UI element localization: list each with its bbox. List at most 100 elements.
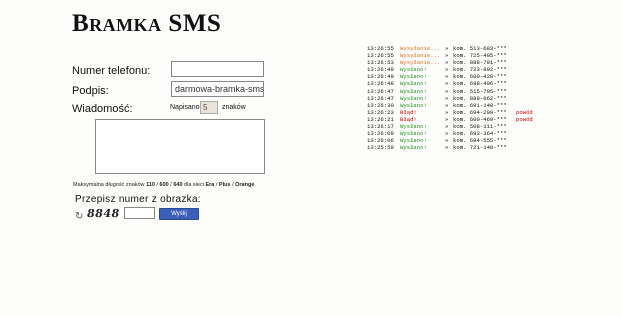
- captcha-input[interactable]: [124, 207, 155, 219]
- log-time: 13:26:17: [367, 123, 394, 131]
- signature-input[interactable]: darmowa-bramka-sms: [171, 81, 264, 97]
- log-arrow-icon: »: [445, 94, 449, 102]
- log-status: Wysłano!: [400, 123, 427, 131]
- log-row: 13:26:49 Wysłano! » kom. 600-428-***: [367, 73, 533, 80]
- log-status: Wysłano!: [400, 87, 427, 95]
- refresh-icon[interactable]: ↻: [75, 211, 83, 222]
- log-row: 13:26:23 Błąd! » kom. 694-209-*** powód: [367, 109, 533, 116]
- log-arrow-icon: »: [445, 87, 449, 95]
- log-arrow-icon: »: [445, 137, 449, 145]
- log-status: Wysłano!: [400, 94, 427, 102]
- log-arrow-icon: »: [445, 108, 449, 116]
- log-number: kom. 515-795-***: [453, 87, 507, 95]
- log-reason[interactable]: powód: [516, 116, 533, 123]
- log-status: Wysyłanie...: [400, 59, 441, 67]
- log-status: Błąd!: [400, 115, 417, 123]
- log-row: 13:26:06 Wysłano! » kom. 694-555-***: [367, 137, 533, 144]
- log-number: kom. 721-148-***: [453, 144, 507, 152]
- captcha-label: Przepisz numer z obrazka:: [75, 194, 201, 205]
- log-arrow-icon: »: [445, 130, 449, 138]
- log-arrow-icon: »: [445, 144, 449, 152]
- page-title: Bramka SMS: [72, 10, 222, 37]
- log-arrow-icon: »: [445, 115, 449, 123]
- signature-label: Podpis:: [72, 85, 109, 97]
- phone-input[interactable]: [171, 61, 264, 77]
- log-number: kom. 600-469-***: [453, 115, 507, 123]
- maxlen-mid: dla sieci: [182, 182, 206, 188]
- captcha-image: 8848: [85, 207, 121, 220]
- log-status: Błąd!: [400, 108, 417, 116]
- log-time: 13:26:55: [367, 45, 394, 52]
- log-status: Wysłano!: [400, 80, 427, 88]
- log-row: 13:26:55 Wysyłanie... » kom. 513-683-***: [367, 45, 533, 52]
- log-number: kom. 698-406-***: [453, 80, 507, 88]
- log-time: 13:26:21: [367, 115, 394, 123]
- log-row: 13:26:21 Błąd! » kom. 600-469-*** powód: [367, 116, 533, 123]
- log-reason[interactable]: powód: [516, 109, 533, 116]
- log-arrow-icon: »: [445, 123, 449, 131]
- log-arrow-icon: »: [445, 73, 449, 81]
- log-row: 13:26:17 Wysłano! » kom. 508-111-***: [367, 123, 533, 130]
- log-time: 13:26:47: [367, 87, 394, 95]
- message-label: Wiadomość:: [72, 103, 133, 115]
- log-time: 13:26:48: [367, 80, 394, 88]
- send-button[interactable]: Wyślij: [159, 208, 199, 220]
- sms-log: 13:26:55 Wysyłanie...» kom. 513-683-*** 13:…: [367, 45, 533, 151]
- written-suffix: znaków: [222, 104, 246, 111]
- log-arrow-icon: »: [445, 59, 449, 67]
- log-row: 13:26:09 Wysłano! » kom. 693-364-***: [367, 130, 533, 137]
- written-prefix: Napisano: [170, 104, 200, 111]
- log-time: 13:26:09: [367, 130, 394, 138]
- log-time: 13:26:53: [367, 59, 394, 67]
- log-number: kom. 723-892-***: [453, 66, 507, 74]
- log-number: kom. 694-555-***: [453, 137, 507, 145]
- log-row: 13:25:59 Wysłano! » kom. 721-148-***: [367, 144, 533, 151]
- character-counter: 5: [200, 101, 218, 114]
- log-time: 13:25:59: [367, 144, 394, 152]
- log-status: Wysłano!: [400, 144, 427, 152]
- log-status: Wysyłanie...: [400, 45, 441, 52]
- log-time: 13:26:06: [367, 137, 394, 145]
- log-number: kom. 725-405-***: [453, 52, 507, 60]
- network-era: Era: [205, 182, 215, 188]
- maxlen-orange: 640: [173, 182, 183, 188]
- log-status: Wysyłanie...: [400, 52, 441, 60]
- phone-label: Numer telefonu:: [72, 65, 151, 77]
- log-number: kom. 888-791-***: [453, 59, 507, 67]
- log-status: Wysłano!: [400, 66, 427, 74]
- log-row: 13:26:49 Wysłano! » kom. 723-892-***: [367, 66, 533, 73]
- log-time: 13:26:47: [367, 94, 394, 102]
- log-number: kom. 508-111-***: [453, 123, 507, 131]
- log-number: kom. 694-209-***: [453, 108, 507, 116]
- log-arrow-icon: »: [445, 52, 449, 60]
- log-time: 13:26:49: [367, 73, 394, 81]
- log-row: 13:26:55 Wysyłanie... » kom. 725-405-***: [367, 52, 533, 59]
- log-arrow-icon: »: [445, 66, 449, 74]
- maxlen-plus: 600: [159, 182, 169, 188]
- log-time: 13:26:55: [367, 52, 394, 60]
- network-orange: Orange: [235, 182, 255, 188]
- log-row: 13:26:47 Wysłano! » kom. 515-795-***: [367, 88, 533, 95]
- log-row: 13:26:53 Wysyłanie... » kom. 888-791-***: [367, 59, 533, 66]
- log-status: Wysłano!: [400, 130, 427, 138]
- max-length-info: Maksymalna długość znaków 110 / 600 / 64…: [73, 182, 254, 188]
- log-number: kom. 691-140-***: [453, 101, 507, 109]
- maxlen-prefix: Maksymalna długość znaków: [73, 182, 145, 188]
- log-row: 13:26:47 Wysłano! » kom. 889-062-***: [367, 95, 533, 102]
- network-plus: Plus: [218, 182, 231, 188]
- log-status: Wysłano!: [400, 73, 427, 81]
- log-time: 13:26:30: [367, 101, 394, 109]
- log-number: kom. 889-062-***: [453, 94, 507, 102]
- log-row: 13:26:30 Wysłano! » kom. 691-140-***: [367, 102, 533, 109]
- log-number: kom. 693-364-***: [453, 130, 507, 138]
- log-arrow-icon: »: [445, 45, 449, 52]
- maxlen-era: 110: [146, 182, 155, 188]
- log-number: kom. 600-428-***: [453, 73, 507, 81]
- log-time: 13:26:49: [367, 66, 394, 74]
- log-time: 13:26:23: [367, 108, 394, 116]
- log-arrow-icon: »: [445, 80, 449, 88]
- message-textarea[interactable]: [95, 119, 265, 174]
- log-number: kom. 513-683-***: [453, 45, 507, 52]
- log-arrow-icon: »: [445, 101, 449, 109]
- log-row: 13:26:48 Wysłano! » kom. 698-406-***: [367, 80, 533, 87]
